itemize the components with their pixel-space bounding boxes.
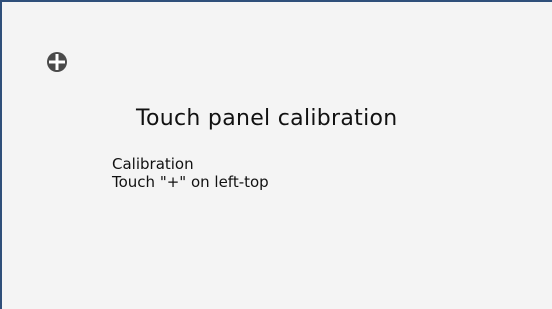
crosshair-plus-icon bbox=[47, 52, 67, 72]
instruction-text: Calibration Touch "+" on left-top bbox=[112, 155, 269, 191]
calibration-target[interactable] bbox=[42, 47, 72, 77]
calibration-screen: Touch panel calibration Calibration Touc… bbox=[0, 0, 552, 309]
instruction-line-calibration: Calibration bbox=[112, 155, 194, 173]
page-title: Touch panel calibration bbox=[136, 106, 398, 131]
instruction-line-touch-target: Touch "+" on left-top bbox=[112, 173, 269, 191]
